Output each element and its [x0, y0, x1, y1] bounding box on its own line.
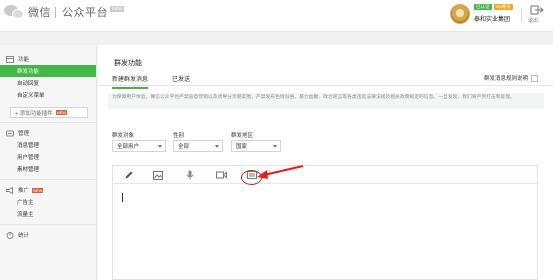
sidebar-divider: [0, 122, 96, 123]
exit-icon[interactable]: [530, 5, 544, 15]
sidebar-item-label: 流量主: [17, 212, 34, 218]
sidebar-item-label: 自动回复: [17, 81, 40, 87]
logo-text: 微信: [28, 7, 51, 19]
sidebar-section-function: 功能: [0, 53, 96, 65]
new-badge: NEW: [55, 110, 68, 115]
sidebar-item-mass-send[interactable]: 群发功能: [0, 65, 96, 77]
stats-icon: [6, 231, 14, 239]
gender-select[interactable]: 全部: [173, 140, 223, 152]
promote-icon: [6, 186, 13, 194]
account-avatar[interactable]: [450, 4, 470, 24]
pencil-icon[interactable]: [122, 169, 136, 181]
top-header: 微信 公众平台 beta 已认证 Vip账号 泰和实业集团 退出: [0, 0, 553, 32]
editor-toolbar: [113, 166, 537, 184]
sidebar-item-label: 广告主: [17, 200, 34, 206]
sidebar-section-stats: 统计: [0, 229, 96, 241]
platform-text: 公众平台: [62, 7, 108, 19]
target-value: 全部用户: [117, 144, 140, 150]
sidebar-item-materials[interactable]: 素材管理: [0, 163, 96, 175]
new-badge: NEW: [32, 187, 44, 193]
notice-banner: 为保障用户体验，微信公众平台严禁恶意营销以及诱导分享朋友圈，严禁发布色情低俗、暴…: [108, 93, 544, 109]
region-value: 国家: [236, 144, 248, 150]
sidebar-item-advertiser[interactable]: 广告主: [0, 196, 96, 208]
sidebar-item-users[interactable]: 用户管理: [0, 151, 96, 163]
header-divider: [521, 8, 522, 22]
sidebar-divider: [0, 224, 96, 225]
logo-divider: [55, 6, 56, 18]
account-name[interactable]: 泰和实业集团: [474, 14, 513, 23]
message-editor[interactable]: [112, 165, 538, 280]
microphone-icon[interactable]: [183, 169, 197, 181]
sidebar-item-label: 用户管理: [17, 155, 40, 161]
sidebar-item-auto-reply[interactable]: 自动回复: [0, 77, 96, 89]
image-icon[interactable]: [151, 169, 165, 181]
gender-label: 性别: [173, 133, 185, 139]
sidebar-item-label: 消息管理: [17, 143, 40, 149]
sidebar-section-title: 推广: [18, 188, 30, 194]
account-info[interactable]: 已认证 Vip账号 泰和实业集团: [450, 4, 513, 24]
exit-link[interactable]: 退出: [528, 17, 538, 24]
tab-sent[interactable]: 已发送: [172, 74, 190, 83]
sidebar: 功能 群发功能 自动回复 自定义菜单 + 添加功能插件 NEW 管理 消息管理 …: [0, 45, 97, 280]
sidebar-item-publisher[interactable]: 流量主: [0, 208, 96, 220]
sidebar-section-manage: 管理: [0, 127, 96, 139]
beta-badge: beta: [110, 6, 124, 12]
target-label: 群发对象: [112, 133, 135, 139]
sidebar-section-title: 统计: [18, 233, 30, 239]
rule-checkbox[interactable]: [531, 74, 539, 82]
manage-icon: [6, 130, 14, 136]
sidebar-section-title: 管理: [18, 131, 30, 137]
logo[interactable]: 微信 公众平台 beta: [4, 3, 124, 21]
chevron-down-icon: [215, 145, 219, 148]
gender-value: 全部: [178, 144, 190, 150]
sidebar-item-messages[interactable]: 消息管理: [0, 139, 96, 151]
rule-link-label: 群发消息规则说明: [484, 76, 529, 82]
video-icon[interactable]: [214, 169, 228, 181]
tab-new-message[interactable]: 新建群发消息: [112, 74, 149, 89]
sidebar-divider: [0, 179, 96, 180]
add-plugin-label: + 添加功能插件: [15, 110, 53, 117]
sidebar-item-label: 群发功能: [17, 69, 40, 75]
region-label: 群发地区: [231, 133, 254, 139]
page-title: 群发功能: [114, 60, 142, 67]
chevron-down-icon: [158, 145, 162, 148]
chevron-down-icon: [273, 145, 277, 148]
sidebar-item-label: 自定义菜单: [17, 93, 45, 99]
tab-bar: 新建群发消息 已发送 群发消息规则说明: [98, 70, 553, 89]
sidebar-section-promote: 推广 NEW: [0, 184, 96, 196]
sidebar-item-label: 素材管理: [17, 167, 40, 173]
sidebar-section-title: 功能: [18, 57, 30, 63]
sidebar-item-custom-menu[interactable]: 自定义菜单: [0, 89, 96, 101]
region-select[interactable]: 国家: [231, 140, 281, 152]
rule-link[interactable]: 群发消息规则说明: [484, 74, 539, 82]
function-icon: [6, 55, 14, 63]
verified-badge: 已认证: [474, 4, 492, 10]
annotation-arrow-icon: [257, 165, 304, 179]
text-cursor: [122, 193, 123, 202]
wechat-logo-icon: [4, 3, 26, 21]
main-panel: 群发功能 新建群发消息 已发送 群发消息规则说明 为保障用户体验，微信公众平台严…: [98, 45, 553, 280]
vip-badge: Vip账号: [493, 4, 513, 10]
target-select[interactable]: 全部用户: [112, 140, 166, 152]
add-plugin-button[interactable]: + 添加功能插件 NEW: [10, 107, 88, 118]
